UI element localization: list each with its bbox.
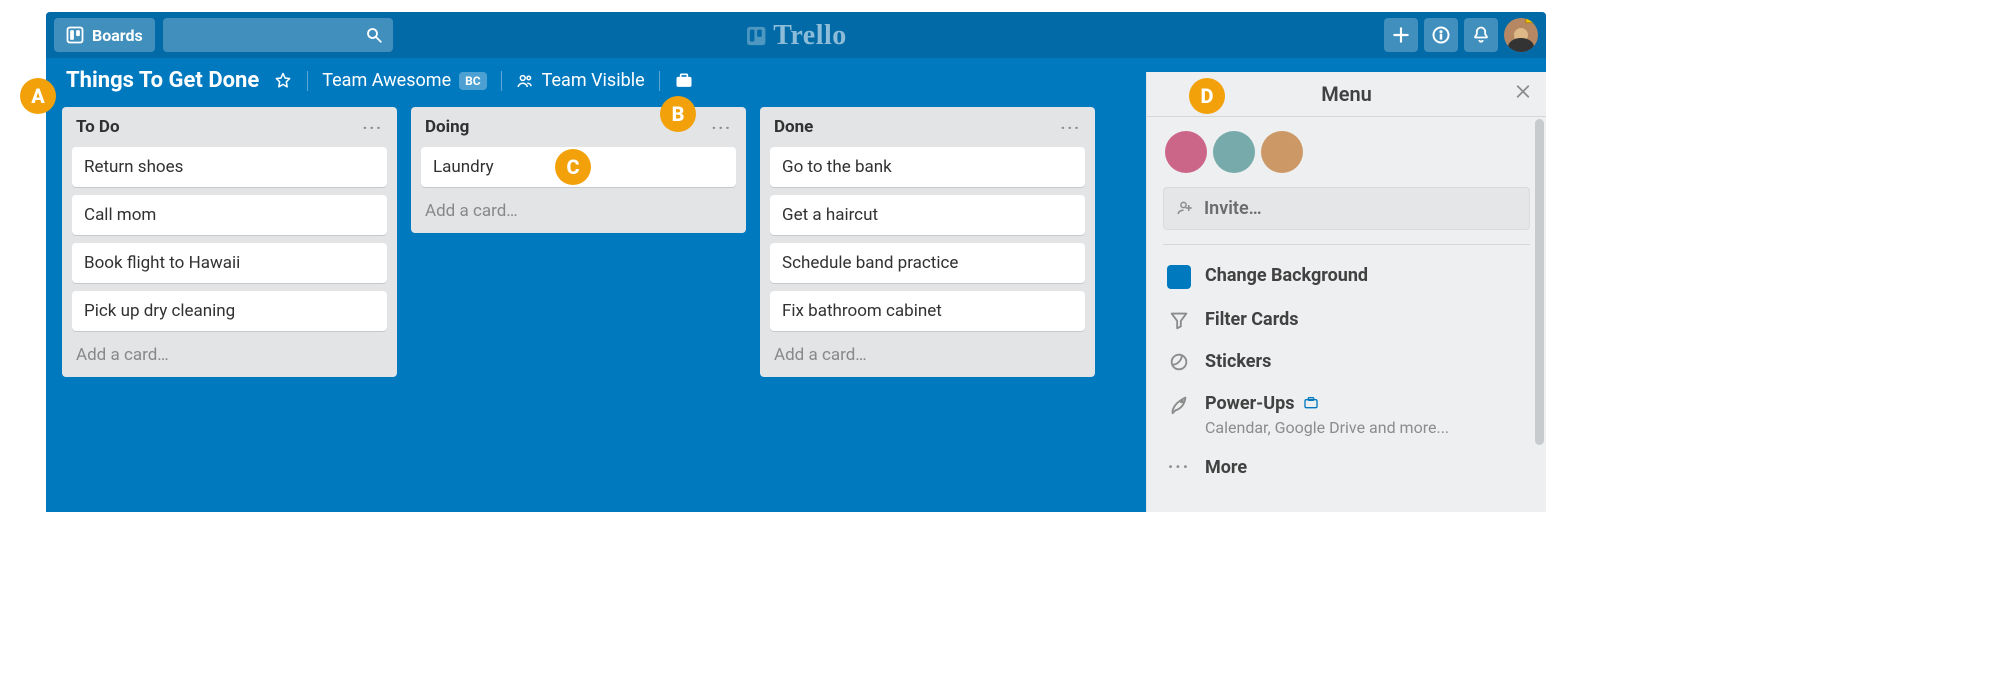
annotation-a: A bbox=[20, 78, 56, 114]
info-icon bbox=[1431, 25, 1451, 45]
menu-item-more[interactable]: ··· More bbox=[1157, 447, 1536, 488]
info-button[interactable] bbox=[1424, 18, 1458, 52]
topbar: Boards Trello bbox=[46, 12, 1546, 58]
list: To Do ··· Return shoes Call mom Book fli… bbox=[62, 107, 397, 377]
list-menu-button[interactable]: ··· bbox=[363, 118, 383, 137]
menu-list: Change Background Filter Cards Stickers bbox=[1147, 245, 1546, 498]
member-avatar[interactable] bbox=[1261, 131, 1303, 173]
annotation-d: D bbox=[1189, 78, 1225, 114]
add-card-button[interactable]: Add a card… bbox=[72, 339, 387, 365]
card[interactable]: Call mom bbox=[72, 195, 387, 235]
filter-icon bbox=[1168, 309, 1190, 331]
separator bbox=[307, 71, 308, 91]
rocket-icon bbox=[1168, 393, 1190, 415]
close-button[interactable] bbox=[1514, 81, 1532, 106]
search-icon bbox=[365, 26, 383, 44]
menu-item-label: Stickers bbox=[1205, 351, 1271, 372]
menu-item-stickers[interactable]: Stickers bbox=[1157, 341, 1536, 383]
annotation-b: B bbox=[660, 96, 696, 132]
notifications-button[interactable] bbox=[1464, 18, 1498, 52]
list-menu-button[interactable]: ··· bbox=[712, 118, 732, 137]
team-badge: BC bbox=[459, 72, 487, 90]
add-card-button[interactable]: Add a card… bbox=[421, 195, 736, 221]
invite-button[interactable]: Invite… bbox=[1163, 187, 1530, 230]
add-user-icon bbox=[1176, 199, 1194, 217]
briefcase-icon bbox=[674, 71, 694, 91]
logo-icon bbox=[745, 25, 767, 47]
team-name: Team Awesome bbox=[322, 70, 451, 91]
annotation-c: C bbox=[555, 149, 591, 185]
card[interactable]: Book flight to Hawaii bbox=[72, 243, 387, 283]
ellipsis-icon: ··· bbox=[1167, 457, 1191, 478]
list-title[interactable]: Doing bbox=[425, 117, 469, 137]
close-icon bbox=[1514, 82, 1532, 100]
menu-panel: Menu D Invite… Change Background bbox=[1146, 72, 1546, 512]
card[interactable]: Go to the bank bbox=[770, 147, 1085, 187]
color-swatch-icon bbox=[1167, 265, 1191, 289]
list-title[interactable]: To Do bbox=[76, 117, 120, 137]
create-button[interactable] bbox=[1384, 18, 1418, 52]
boards-button[interactable]: Boards bbox=[54, 18, 155, 52]
menu-item-label: Filter Cards bbox=[1205, 309, 1299, 330]
member-avatar[interactable] bbox=[1213, 131, 1255, 173]
card[interactable]: Pick up dry cleaning bbox=[72, 291, 387, 331]
visibility-button[interactable]: Team Visible bbox=[516, 70, 645, 91]
star-icon bbox=[273, 71, 293, 91]
boards-label: Boards bbox=[92, 26, 143, 45]
list: Done ··· Go to the bank Get a haircut Sc… bbox=[760, 107, 1095, 377]
card[interactable]: Get a haircut bbox=[770, 195, 1085, 235]
visibility-label: Team Visible bbox=[542, 70, 645, 91]
scrollbar[interactable] bbox=[1535, 119, 1544, 445]
card[interactable]: Schedule band practice bbox=[770, 243, 1085, 283]
separator bbox=[659, 71, 660, 91]
menu-item-label: More bbox=[1205, 457, 1247, 478]
separator bbox=[501, 71, 502, 91]
people-icon bbox=[516, 72, 534, 90]
crown-icon bbox=[1524, 18, 1538, 26]
list-title[interactable]: Done bbox=[774, 117, 813, 137]
logo-text: Trello bbox=[773, 20, 847, 52]
card[interactable]: Return shoes bbox=[72, 147, 387, 187]
card[interactable]: Fix bathroom cabinet bbox=[770, 291, 1085, 331]
menu-item-power-ups[interactable]: Power-Ups Calendar, Google Drive and mor… bbox=[1157, 383, 1536, 447]
boards-icon bbox=[66, 26, 84, 44]
menu-title: Menu bbox=[1321, 82, 1372, 106]
menu-item-sublabel: Calendar, Google Drive and more... bbox=[1205, 418, 1449, 437]
briefcase-icon bbox=[1303, 395, 1319, 411]
menu-item-change-background[interactable]: Change Background bbox=[1157, 255, 1536, 299]
plus-icon bbox=[1391, 25, 1411, 45]
user-avatar[interactable] bbox=[1504, 18, 1538, 52]
topbar-right bbox=[1384, 18, 1538, 52]
menu-item-filter-cards[interactable]: Filter Cards bbox=[1157, 299, 1536, 341]
menu-item-label: Power-Ups bbox=[1205, 393, 1295, 414]
member-avatar[interactable] bbox=[1165, 131, 1207, 173]
star-button[interactable] bbox=[273, 71, 293, 91]
list-menu-button[interactable]: ··· bbox=[1061, 118, 1081, 137]
list: Doing ··· Laundry Add a card… C bbox=[411, 107, 746, 233]
invite-label: Invite… bbox=[1204, 198, 1262, 219]
app-frame: Boards Trello Things To Get Done bbox=[46, 12, 1546, 512]
logo[interactable]: Trello bbox=[745, 20, 847, 52]
menu-item-label: Change Background bbox=[1205, 265, 1368, 286]
menu-header: Menu D bbox=[1147, 72, 1546, 117]
team-button[interactable]: Team Awesome BC bbox=[322, 70, 486, 91]
board-actions-button[interactable] bbox=[674, 71, 694, 91]
board-title[interactable]: Things To Get Done bbox=[66, 68, 259, 93]
sticker-icon bbox=[1168, 351, 1190, 373]
search-input[interactable] bbox=[163, 18, 393, 52]
bell-icon bbox=[1471, 25, 1491, 45]
members-row bbox=[1147, 117, 1546, 187]
add-card-button[interactable]: Add a card… bbox=[770, 339, 1085, 365]
menu-body: Invite… Change Background Filter Cards bbox=[1147, 117, 1546, 512]
